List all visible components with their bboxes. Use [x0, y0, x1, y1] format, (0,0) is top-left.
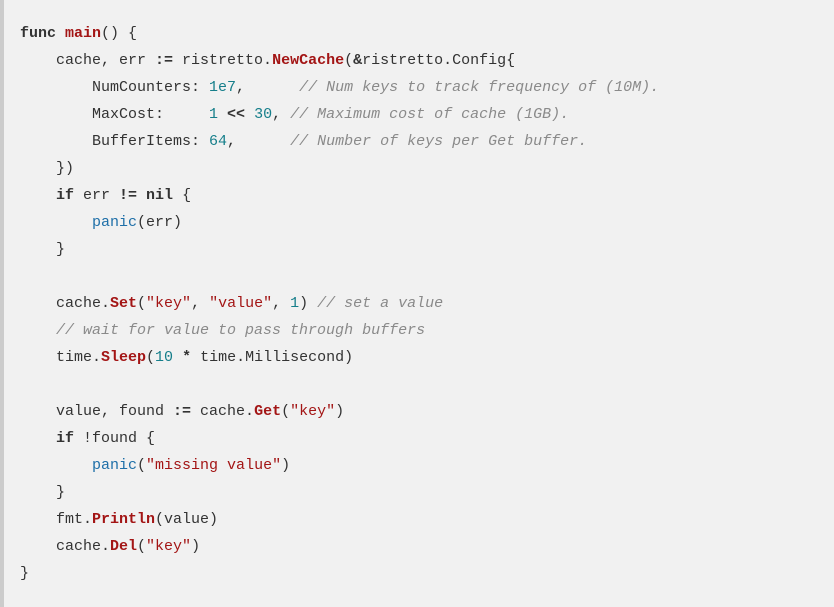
code-text: time.	[20, 349, 101, 366]
fn-get: Get	[254, 403, 281, 420]
indent	[20, 214, 92, 231]
code-text: cache.	[20, 295, 110, 312]
punc: ,	[227, 133, 290, 150]
punc: (	[137, 295, 146, 312]
code-text: !found {	[74, 430, 155, 447]
code-text: cache.	[20, 538, 110, 555]
keyword-if: if	[20, 187, 74, 204]
code-text: value, found	[20, 403, 173, 420]
op-amp: &	[353, 52, 362, 69]
code-text: ristretto.Config{	[362, 52, 515, 69]
str-literal: "missing value"	[146, 457, 281, 474]
field-numcounters: NumCounters:	[20, 79, 209, 96]
punc: }	[20, 241, 65, 258]
fn-set: Set	[110, 295, 137, 312]
num-literal: 64	[209, 133, 227, 150]
fn-newcache: NewCache	[272, 52, 344, 69]
fn-main: main	[65, 25, 101, 42]
num-literal: 10	[155, 349, 173, 366]
op-assign: :=	[173, 403, 191, 420]
punc: (	[146, 349, 155, 366]
comment: // set a value	[317, 295, 443, 312]
str-literal: "key"	[290, 403, 335, 420]
punc: }	[20, 484, 65, 501]
punc: })	[20, 160, 74, 177]
num-literal: 1e7	[209, 79, 236, 96]
fn-del: Del	[110, 538, 137, 555]
code-text: cache, err	[20, 52, 155, 69]
punc: ,	[272, 106, 290, 123]
punc: ,	[236, 79, 299, 96]
code-text: err	[74, 187, 119, 204]
field-maxcost: MaxCost:	[20, 106, 209, 123]
punc: (value)	[155, 511, 218, 528]
punc: {	[173, 187, 191, 204]
indent	[20, 457, 92, 474]
code-text: time.Millisecond)	[200, 349, 353, 366]
punc: )	[299, 295, 317, 312]
str-literal: "key"	[146, 295, 191, 312]
indent	[20, 322, 56, 339]
code-text: cache.	[191, 403, 254, 420]
op-neq: !=	[119, 187, 137, 204]
op-shift: <<	[218, 106, 254, 123]
op-mul: *	[173, 349, 200, 366]
keyword-if: if	[20, 430, 74, 447]
keyword-func: func	[20, 25, 56, 42]
str-literal: "value"	[209, 295, 272, 312]
field-bufferitems: BufferItems:	[20, 133, 209, 150]
punc: ,	[191, 295, 209, 312]
punc: () {	[101, 25, 137, 42]
comment: // Num keys to track frequency of (10M).	[299, 79, 659, 96]
punc: ,	[272, 295, 290, 312]
fn-panic: panic	[92, 214, 137, 231]
fn-println: Println	[92, 511, 155, 528]
punc: (	[137, 457, 146, 474]
code-text: ristretto.	[173, 52, 272, 69]
punc: (err)	[137, 214, 182, 231]
comment: // wait for value to pass through buffer…	[56, 322, 425, 339]
code-block: func main() { cache, err := ristretto.Ne…	[20, 20, 818, 587]
punc: )	[335, 403, 344, 420]
punc: )	[281, 457, 290, 474]
keyword-nil: nil	[137, 187, 173, 204]
fn-sleep: Sleep	[101, 349, 146, 366]
punc: (	[281, 403, 290, 420]
punc: }	[20, 565, 29, 582]
op-assign: :=	[155, 52, 173, 69]
comment: // Maximum cost of cache (1GB).	[290, 106, 569, 123]
punc: )	[191, 538, 200, 555]
num-literal: 30	[254, 106, 272, 123]
punc: (	[137, 538, 146, 555]
num-literal: 1	[209, 106, 218, 123]
num-literal: 1	[290, 295, 299, 312]
code-text: fmt.	[20, 511, 92, 528]
punc: (	[344, 52, 353, 69]
comment: // Number of keys per Get buffer.	[290, 133, 587, 150]
fn-panic: panic	[92, 457, 137, 474]
str-literal: "key"	[146, 538, 191, 555]
